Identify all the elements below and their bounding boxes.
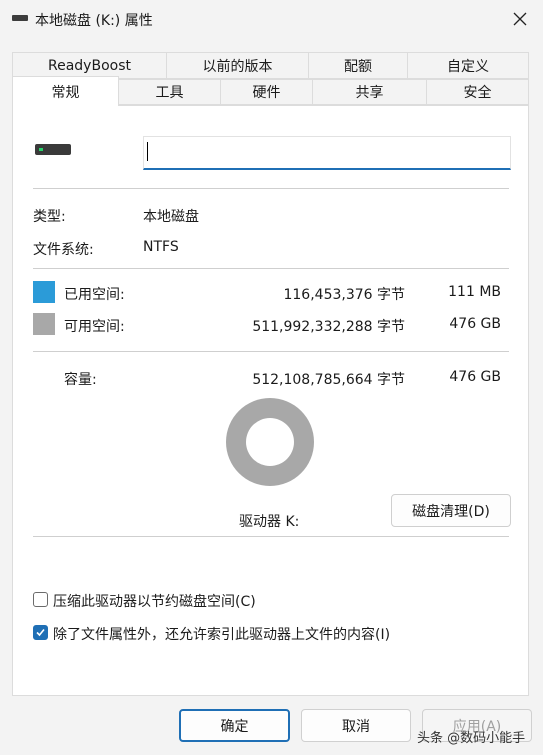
divider [33,351,509,352]
drive-letter-label: 驱动器 K: [239,514,300,530]
tab-customize[interactable]: 自定义 [407,52,529,79]
divider [33,536,509,537]
tab-sharing[interactable]: 共享 [312,79,427,105]
watermark-text: 头条 @数码小能手 [417,731,526,746]
capacity-size: 476 GB [449,369,501,385]
compress-checkbox[interactable] [33,592,48,607]
general-panel: 类型: 本地磁盘 文件系统: NTFS 已用空间: 116,453,376 字节… [12,105,529,696]
filesystem-value: NTFS [143,239,179,255]
close-icon [513,12,527,26]
index-label[interactable]: 除了文件属性外，还允许索引此驱动器上文件的内容(I) [53,624,390,644]
divider [33,188,509,189]
compress-label[interactable]: 压缩此驱动器以节约磁盘空间(C) [53,591,256,611]
drive-name-input[interactable] [143,136,511,170]
close-button[interactable] [507,6,533,32]
type-label: 类型: [33,209,66,225]
title-bar: 本地磁盘 (K:) 属性 [0,0,543,40]
divider [33,268,509,269]
cancel-button[interactable]: 取消 [301,709,411,742]
tab-previous-versions[interactable]: 以前的版本 [166,52,309,79]
tab-security[interactable]: 安全 [426,79,529,105]
text-caret [147,142,148,161]
index-checkbox[interactable] [33,625,48,640]
type-value: 本地磁盘 [143,209,199,225]
window-title: 本地磁盘 (K:) 属性 [35,13,153,29]
tab-general[interactable]: 常规 [12,76,119,106]
disk-usage-pie [226,398,314,486]
drive-icon [12,15,28,21]
ok-button[interactable]: 确定 [179,709,290,742]
checkmark-icon [36,628,45,637]
disk-cleanup-button[interactable]: 磁盘清理(D) [391,494,511,527]
tab-hardware[interactable]: 硬件 [220,79,313,105]
tab-quota[interactable]: 配额 [308,52,408,79]
used-space-size: 111 MB [448,284,501,300]
hard-drive-icon [35,144,71,155]
free-space-size: 476 GB [449,316,501,332]
filesystem-label: 文件系统: [33,242,94,258]
tab-readyboost[interactable]: ReadyBoost [12,52,167,79]
tab-tools[interactable]: 工具 [118,79,221,105]
